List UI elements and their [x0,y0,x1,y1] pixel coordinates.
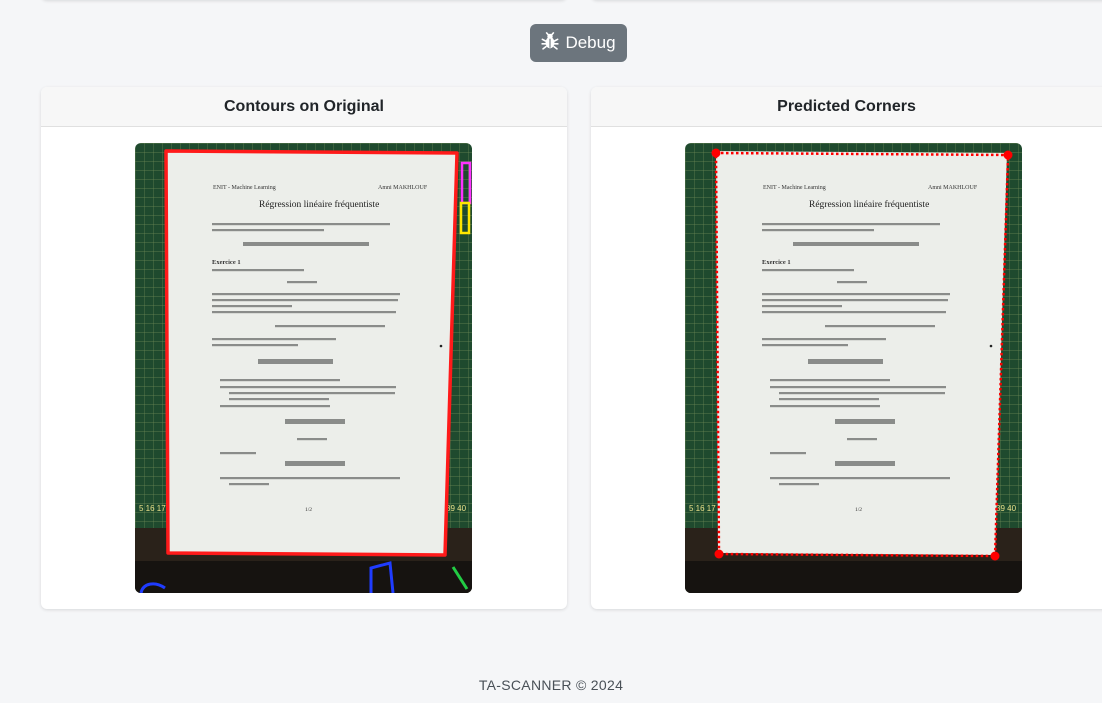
svg-text:5 16 17: 5 16 17 [139,504,166,513]
contours-image: 5 16 17 39 40 ENIT - Machine Learning Am… [135,143,472,593]
debug-button-label: Debug [565,33,616,52]
predicted-corners-card-title: Predicted Corners [591,87,1102,127]
doc-title: Régression linéaire fréquentiste [259,199,379,210]
corner-marker-top-right [1003,150,1013,160]
predicted-corners-image: 5 16 17 39 40 ENIT - Machine Learning Am… [685,143,1022,593]
doc-header-right-2: Amni MAKHLOUF [928,185,978,191]
doc-header-left: ENIT - Machine Learning [213,185,276,191]
doc-page-number-2: 1/2 [855,507,862,513]
corner-marker-bottom-right [990,551,1000,561]
doc-title-2: Régression linéaire fréquentiste [809,199,929,210]
doc-section-2: Exercice 1 [762,259,791,266]
contours-card: Contours on Original 5 16 17 39 40 ENIT … [41,87,567,609]
predicted-corners-card: Predicted Corners 5 16 17 39 40 ENIT - M… [591,87,1102,609]
bug-icon [541,31,560,55]
debug-button[interactable]: Debug [530,24,627,62]
svg-text:5 16 17: 5 16 17 [689,504,716,513]
doc-header-right: Amni MAKHLOUF [378,185,428,191]
doc-page-number: 1/2 [305,507,312,513]
contours-card-title: Contours on Original [41,87,567,127]
corner-marker-bottom-left [714,549,724,559]
corner-marker-top-left [711,148,721,158]
svg-text:39 40: 39 40 [996,504,1017,513]
doc-section: Exercice 1 [212,259,241,266]
doc-header-left-2: ENIT - Machine Learning [763,185,826,191]
svg-text:39 40: 39 40 [446,504,467,513]
footer-copyright: TA-SCANNER © 2024 [478,677,624,693]
